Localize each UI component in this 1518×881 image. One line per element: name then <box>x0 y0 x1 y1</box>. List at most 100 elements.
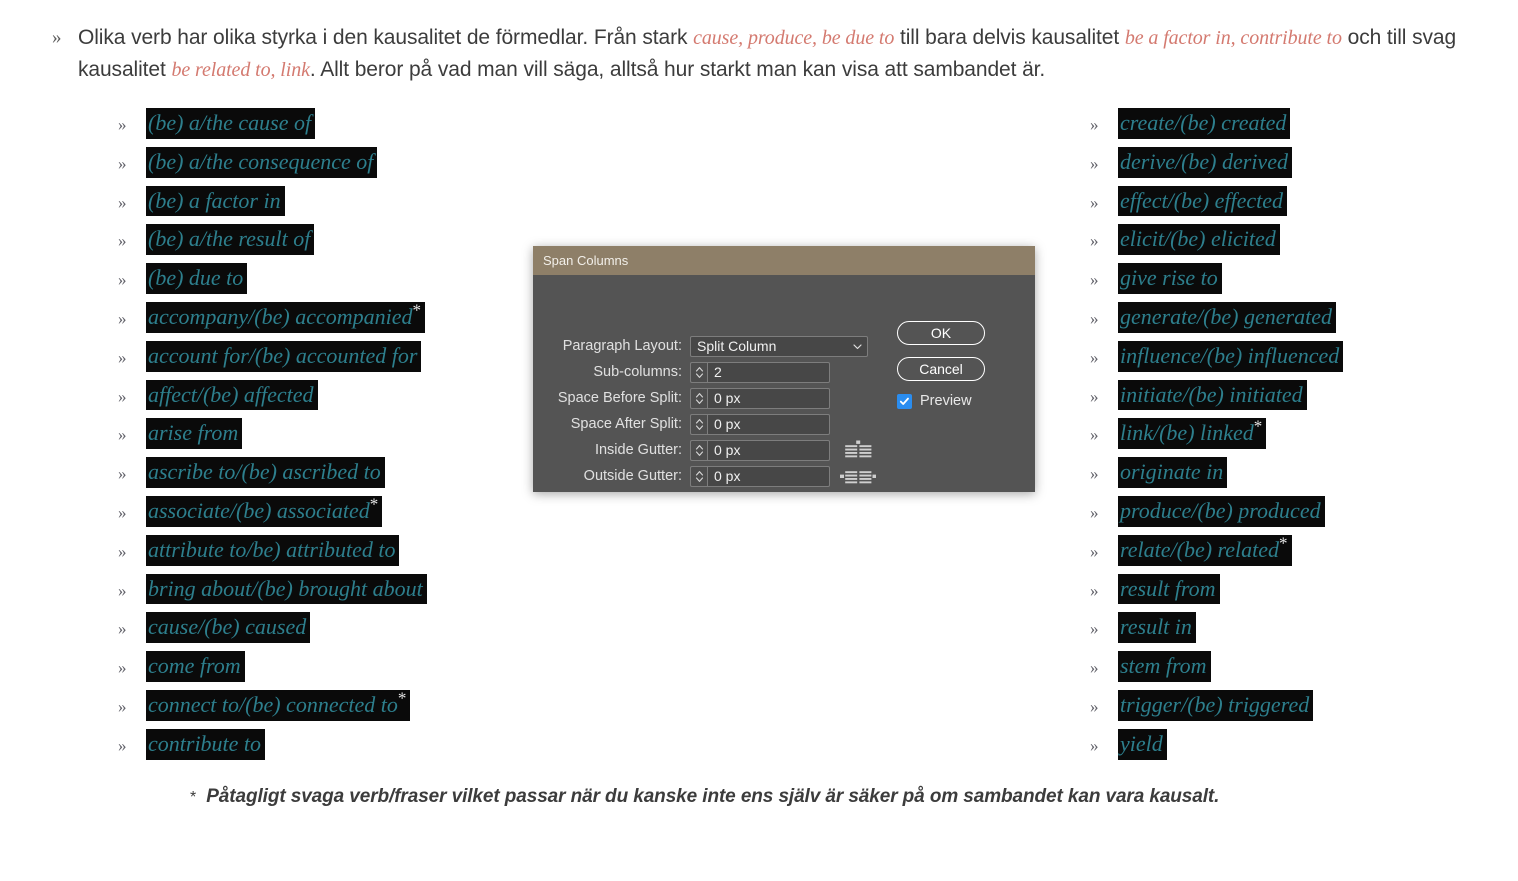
verb-bullet: » <box>1090 580 1099 600</box>
field-label: Outside Gutter: <box>583 468 682 484</box>
verb-right-8: link/(be) linked* <box>1118 417 1267 450</box>
dialog-titlebar[interactable]: Span Columns <box>533 246 1035 275</box>
verb-left-7: affect/(be) affected <box>146 379 318 411</box>
preview-row[interactable]: Preview <box>897 393 1007 409</box>
numeric-input[interactable]: 0 px <box>707 439 830 461</box>
verb-left-16: contribute to <box>146 728 266 760</box>
verb-bullet: » <box>1090 502 1099 522</box>
verb-list-item: » affect/(be) affected <box>118 379 548 419</box>
numeric-input[interactable]: 0 px <box>707 465 830 487</box>
numeric-input[interactable]: 0 px <box>707 387 830 409</box>
verb-bullet: » <box>118 502 127 522</box>
verb-bullet: » <box>118 386 127 406</box>
verb-left-10: associate/(be) associated* <box>146 494 383 527</box>
verb-bullet: » <box>118 115 127 134</box>
verb-right-5: generate/(be) generated <box>1118 301 1336 333</box>
input-value: 0 px <box>714 468 741 484</box>
verb-bullet: » <box>118 153 127 173</box>
verb-list-item: » derive/(be) derived <box>1090 146 1510 186</box>
verb-text: relate/(be) related <box>1120 536 1280 562</box>
verb-left-11: attribute to/be) attributed to <box>146 534 400 566</box>
verb-list-item: » (be) a factor in <box>118 185 548 225</box>
verb-bullet: » <box>1090 153 1099 173</box>
intro-accent-phrase: cause, produce, be due to <box>693 27 895 49</box>
verb-bullet: » <box>1090 619 1099 639</box>
numeric-input[interactable]: 0 px <box>707 413 830 435</box>
field-label: Sub-columns: <box>593 364 682 380</box>
select-value: Split Column <box>697 338 777 354</box>
stepper-arrows[interactable] <box>690 387 707 409</box>
verb-list-item: » connect to/(be) connected to* <box>118 690 548 729</box>
input-value: 0 px <box>714 416 741 432</box>
verb-list-item: » give rise to <box>1090 263 1510 302</box>
verb-text: originate in <box>1120 459 1224 485</box>
verb-text: elicit/(be) elicited <box>1120 226 1276 252</box>
verb-bullet: » <box>118 270 127 290</box>
verb-bullet: » <box>1090 735 1099 755</box>
stepper-field: 0 px <box>690 413 830 435</box>
verb-text: affect/(be) affected <box>148 381 314 407</box>
verb-text: yield <box>1120 730 1163 756</box>
verb-right-13: result in <box>1118 612 1196 644</box>
field-label: Space After Split: <box>570 416 682 432</box>
weak-verb-asterisk: * <box>1253 417 1263 437</box>
stepper-arrows[interactable] <box>690 465 707 487</box>
verb-list-item: » arise from <box>118 418 548 457</box>
verb-list-item: » initiate/(be) initiated <box>1090 379 1510 419</box>
verb-right-10: produce/(be) produced <box>1118 495 1325 527</box>
verb-list-item: » accompany/(be) accompanied* <box>118 302 548 341</box>
span-columns-dialog: Span Columns Paragraph Layout: Split Colu… <box>533 246 1035 492</box>
dialog-body: Paragraph Layout: Split Column Sub-columns… <box>533 275 1035 492</box>
dialog-form: Paragraph Layout: Split Column Sub-columns… <box>533 333 876 489</box>
dialog-actions: OK Cancel Preview <box>897 321 1007 409</box>
verb-text: account for/(be) accounted for <box>148 342 418 368</box>
intro-accent-phrase: be a factor in, contribute to <box>1124 27 1342 49</box>
intro-bullet: » <box>52 27 62 48</box>
verb-text: influence/(be) influenced <box>1120 342 1340 368</box>
verb-right-4: give rise to <box>1118 263 1222 294</box>
verb-bullet: » <box>1090 425 1099 445</box>
stepper-arrows[interactable] <box>690 413 707 435</box>
verb-bullet: » <box>1090 308 1099 328</box>
intro-text: Olika verb har olika styrka i den kausal… <box>78 22 1472 86</box>
verb-list-item: » bring about/(be) brought about <box>118 573 548 613</box>
verb-list-item: » come from <box>118 651 548 690</box>
verb-text: generate/(be) generated <box>1120 303 1332 329</box>
cancel-button[interactable]: Cancel <box>897 357 985 381</box>
intro-plain-text: . Allt beror på vad man vill säga, allts… <box>309 58 1046 81</box>
verb-bullet: » <box>1090 541 1099 561</box>
inside-gutter-icon <box>840 440 876 460</box>
verb-bullet: » <box>1090 658 1099 678</box>
verb-right-12: result from <box>1118 573 1220 605</box>
ok-button[interactable]: OK <box>897 321 985 345</box>
numeric-input[interactable]: 2 <box>707 361 830 383</box>
verb-right-3: elicit/(be) elicited <box>1118 224 1280 256</box>
preview-checkbox[interactable] <box>897 393 912 409</box>
intro-paragraph: » Olika verb har olika styrka i den kaus… <box>52 22 1472 86</box>
form-row: Space After Split: 0 px <box>533 411 873 437</box>
verb-bullet: » <box>118 347 127 367</box>
verb-list-item: » (be) a/the cause of <box>118 108 548 147</box>
paragraph-layout-select[interactable]: Split Column <box>690 335 868 357</box>
verb-text: create/(be) created <box>1120 110 1287 135</box>
input-value: 0 px <box>714 390 741 406</box>
verb-text: cause/(be) caused <box>148 614 307 640</box>
stepper-arrows[interactable] <box>690 439 707 461</box>
verb-bullet: » <box>118 580 127 600</box>
footnote-marker: * <box>190 789 197 806</box>
verb-bullet: » <box>1090 231 1099 251</box>
footnote: * Påtagligt svaga verb/fraser vilket pas… <box>190 786 1219 808</box>
verb-bullet: » <box>118 696 127 716</box>
stepper-field: 0 px <box>690 439 830 461</box>
verb-list-item: » stem from <box>1090 651 1510 690</box>
stepper-field: 0 px <box>690 387 830 409</box>
verb-left-8: arise from <box>146 418 243 450</box>
form-row: Outside Gutter: 0 px <box>533 463 876 489</box>
verb-list-item: » result in <box>1090 612 1510 651</box>
verb-text: (be) a factor in <box>148 187 281 213</box>
stepper-arrows[interactable] <box>690 361 707 383</box>
weak-verb-asterisk: * <box>369 494 379 514</box>
verb-right-0: create/(be) created <box>1118 108 1291 139</box>
verb-left-0: (be) a/the cause of <box>146 108 316 139</box>
verb-text: attribute to/be) attributed to <box>148 536 396 562</box>
